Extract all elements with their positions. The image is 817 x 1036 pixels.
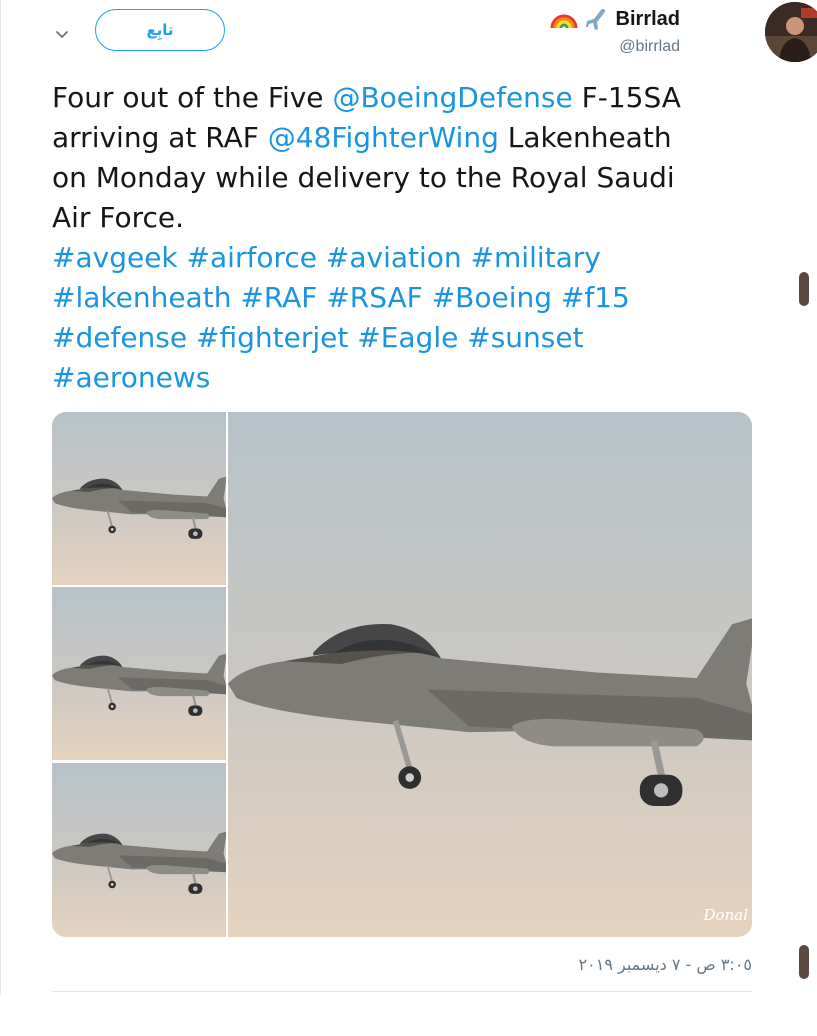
hashtag-link[interactable]: #lakenheath [52,281,231,314]
hashtag-link[interactable]: #defense [52,321,187,354]
chevron-down-icon[interactable] [52,24,72,44]
tweet-timestamp[interactable]: ٣:٠٥ ص - ٧ ديسمبر ٢٠١٩ [579,955,752,974]
tweet-text-segment: F-15SA [572,81,681,114]
user-handle[interactable]: @birrlad [550,38,680,56]
hashtag-link[interactable]: #aviation [326,241,462,274]
tweet-text: Four out of the Five @BoeingDefense F-15… [52,78,752,398]
hashtag-link[interactable]: #RSAF [326,281,422,314]
hashtag-link[interactable]: #Boeing [432,281,552,314]
hashtag-link[interactable]: #f15 [561,281,630,314]
tweet-text-segment: Four out of the Five [52,81,333,114]
media-grid: Donal [52,412,752,937]
tweet-text-segment: arriving at RAF [52,121,268,154]
tweet-text-segment: Air Force. [52,201,185,234]
hashtag-link[interactable]: #sunset [467,321,583,354]
image-watermark: Donal [703,906,749,924]
hashtag-link[interactable]: #RAF [240,281,317,314]
hashtag-link[interactable]: #aeronews [52,361,210,394]
mention-link[interactable]: @48FighterWing [268,121,499,154]
rainbow-icon [550,8,578,30]
hashtag-link[interactable]: #fighterjet [196,321,348,354]
display-name[interactable]: Birrlad [616,8,680,31]
tweet-author[interactable]: Birrlad @birrlad [550,6,680,56]
hashtag-link[interactable]: #Eagle [357,321,458,354]
media-thumbnail[interactable] [52,412,226,585]
column-border [0,0,1,995]
media-main-image[interactable]: Donal [228,412,752,937]
media-thumbnail[interactable] [52,587,226,760]
follow-button[interactable]: تابِع [95,9,225,51]
edge-avatar-partial [799,272,809,306]
divider [52,991,752,992]
airplane-icon [584,6,610,32]
tweet-text-segment: on Monday while delivery to the Royal Sa… [52,161,675,194]
media-thumbnail[interactable] [52,763,226,937]
hashtag-link[interactable]: #airforce [187,241,317,274]
mention-link[interactable]: @BoeingDefense [332,81,572,114]
avatar[interactable] [765,2,817,62]
hashtag-link[interactable]: #avgeek [52,241,178,274]
tweet-text-segment: Lakenheath [498,121,672,154]
edge-avatar-partial [799,945,809,979]
hashtag-link[interactable]: #military [471,241,601,274]
